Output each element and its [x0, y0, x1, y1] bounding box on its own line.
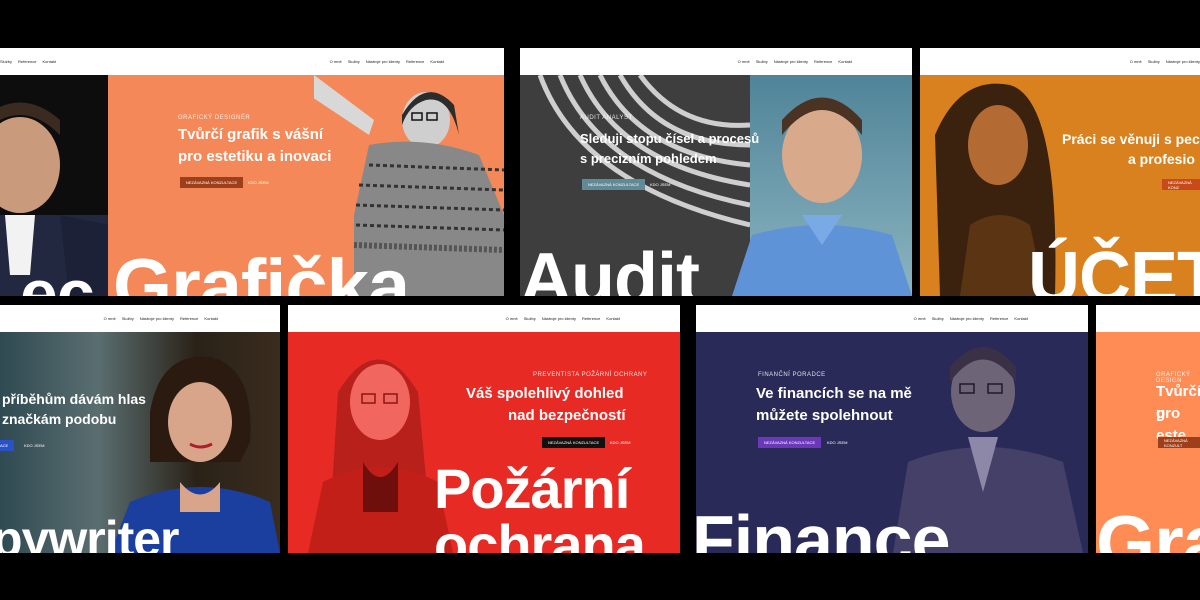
- nav-sluzby[interactable]: Služby: [1148, 59, 1160, 64]
- headline-line-2: můžete spolehnout: [756, 407, 893, 424]
- who-am-i-link[interactable]: Kdo jsem: [827, 440, 847, 445]
- nav-nastroje[interactable]: Nástroje pro klienty: [366, 59, 400, 64]
- nav-reference[interactable]: Reference: [18, 59, 36, 64]
- nav-nastroje[interactable]: Nástroje pro klienty: [950, 316, 984, 321]
- nav-sluzby[interactable]: Služby: [524, 316, 536, 321]
- nav-bar: [1096, 305, 1200, 332]
- big-word: ec: [20, 256, 95, 296]
- card-copywriter: O mně Služby Nástroje pro klienty Refere…: [0, 305, 280, 553]
- card-graficka: O mně Služby Nástroje pro klienty Refere…: [108, 48, 504, 296]
- big-word: Finance: [696, 501, 951, 553]
- nav-bar: Služby Reference Kontakt: [0, 48, 110, 75]
- card-grafika-partial: Grafický design Tvůrčí g pro este Nezáva…: [1096, 305, 1200, 553]
- nav-o-me[interactable]: O mně: [914, 316, 926, 321]
- nav-reference[interactable]: Reference: [180, 316, 198, 321]
- nav-nastroje[interactable]: Nástroje pro klienty: [140, 316, 174, 321]
- card-partial-top-left: Služby Reference Kontakt ec: [0, 48, 110, 296]
- man-portrait: [732, 97, 912, 296]
- headline-line-2: s precizním pohledem: [580, 151, 717, 166]
- nav-kontakt[interactable]: Kontakt: [42, 59, 56, 64]
- big-word: Gra: [1096, 501, 1200, 553]
- headline-line-2: pro estetiku a inovaci: [178, 148, 332, 165]
- consultation-button[interactable]: Nezávazná konzultace: [180, 177, 244, 188]
- nav-reference[interactable]: Reference: [990, 316, 1008, 321]
- nav-sluzby[interactable]: Služby: [348, 59, 360, 64]
- headline-line-2: a profesio: [1128, 151, 1195, 167]
- headline-line-1: Práci se věnuji s pec: [1062, 131, 1200, 147]
- nav-bar: O mně Služby Nástroje pro klienty Refere…: [696, 305, 1088, 332]
- consultation-button[interactable]: Nezávazná konzultace: [582, 179, 646, 190]
- consultation-button[interactable]: Nezávazná konz: [1162, 179, 1200, 190]
- nav-o-me[interactable]: O mně: [330, 59, 342, 64]
- headline-line-1: Váš spolehlivý dohled: [466, 385, 624, 402]
- nav-nastroje[interactable]: Nástroje pro klienty: [542, 316, 576, 321]
- nav-kontakt[interactable]: Kontakt: [606, 316, 620, 321]
- consultation-button[interactable]: ace: [0, 440, 15, 451]
- card-ucetni: O mně Služby Nástroje pro klienty Práci …: [920, 48, 1200, 296]
- headline-line-1: Tvůrčí grafik s vášní: [178, 126, 324, 143]
- consultation-button[interactable]: Nezávazná konzultace: [542, 437, 606, 448]
- nav-reference[interactable]: Reference: [582, 316, 600, 321]
- nav-kontakt[interactable]: Kontakt: [1014, 316, 1028, 321]
- nav-reference[interactable]: Reference: [814, 59, 832, 64]
- who-am-i-link[interactable]: Kdo jsem: [248, 180, 268, 185]
- nav-bar: O mně Služby Nástroje pro klienty Refere…: [288, 305, 680, 332]
- kicker: Audit analyst: [580, 115, 633, 121]
- kicker: Preventista požární ochrany: [533, 372, 648, 378]
- woman-portrait: [308, 359, 453, 553]
- headline-line-1: Ve financích se na mě: [756, 385, 912, 402]
- nav-bar: O mně Služby Nástroje pro klienty Refere…: [0, 305, 280, 332]
- nav-o-me[interactable]: O mně: [104, 316, 116, 321]
- nav-sluzby[interactable]: Služby: [0, 59, 12, 64]
- nav-sluzby[interactable]: Služby: [122, 316, 134, 321]
- card-audit: O mně Služby Nástroje pro klienty Refere…: [520, 48, 912, 296]
- nav-kontakt[interactable]: Kontakt: [204, 316, 218, 321]
- nav-kontakt[interactable]: Kontakt: [430, 59, 444, 64]
- headline-line-1: Sleduji stopu čísel a procesů: [580, 131, 760, 146]
- big-word: pywriter: [0, 511, 180, 553]
- nav-reference[interactable]: Reference: [406, 59, 424, 64]
- nav-bar: O mně Služby Nástroje pro klienty Refere…: [108, 48, 504, 75]
- who-am-i-link[interactable]: Kdo jsem: [610, 440, 630, 445]
- headline-line-2: značkám podobu: [2, 411, 117, 427]
- nav-nastroje[interactable]: Nástroje pro klienty: [774, 59, 808, 64]
- who-am-i-link[interactable]: Kdo jsem: [24, 443, 44, 448]
- nav-nastroje[interactable]: Nástroje pro klienty: [1166, 59, 1200, 64]
- consultation-button[interactable]: Nezávazná konzultace: [758, 437, 822, 448]
- headline-line-1: příběhům dávám hlas: [2, 391, 146, 407]
- who-am-i-link[interactable]: Kdo jsem: [650, 182, 670, 187]
- nav-o-me[interactable]: O mně: [738, 59, 750, 64]
- big-word: ÚČET: [1028, 238, 1200, 296]
- nav-sluzby[interactable]: Služby: [932, 316, 944, 321]
- nav-bar: O mně Služby Nástroje pro klienty Refere…: [520, 48, 912, 75]
- card-finance: O mně Služby Nástroje pro klienty Refere…: [696, 305, 1088, 553]
- kicker: Finanční poradce: [758, 372, 826, 378]
- nav-bar: O mně Služby Nástroje pro klienty: [920, 48, 1200, 75]
- kicker: Grafický designér: [178, 115, 251, 121]
- nav-o-me[interactable]: O mně: [1130, 59, 1142, 64]
- nav-o-me[interactable]: O mně: [506, 316, 518, 321]
- nav-sluzby[interactable]: Služby: [756, 59, 768, 64]
- big-word: Grafička: [113, 244, 410, 296]
- consultation-button[interactable]: Nezávazná konzult: [1158, 437, 1200, 448]
- big-word: Audit: [520, 239, 700, 296]
- card-pozarni-ochrana: O mně Služby Nástroje pro klienty Refere…: [288, 305, 680, 553]
- nav-kontakt[interactable]: Kontakt: [838, 59, 852, 64]
- headline-line-2: nad bezpečností: [508, 407, 626, 424]
- big-word-line-2: ochrana: [434, 513, 646, 553]
